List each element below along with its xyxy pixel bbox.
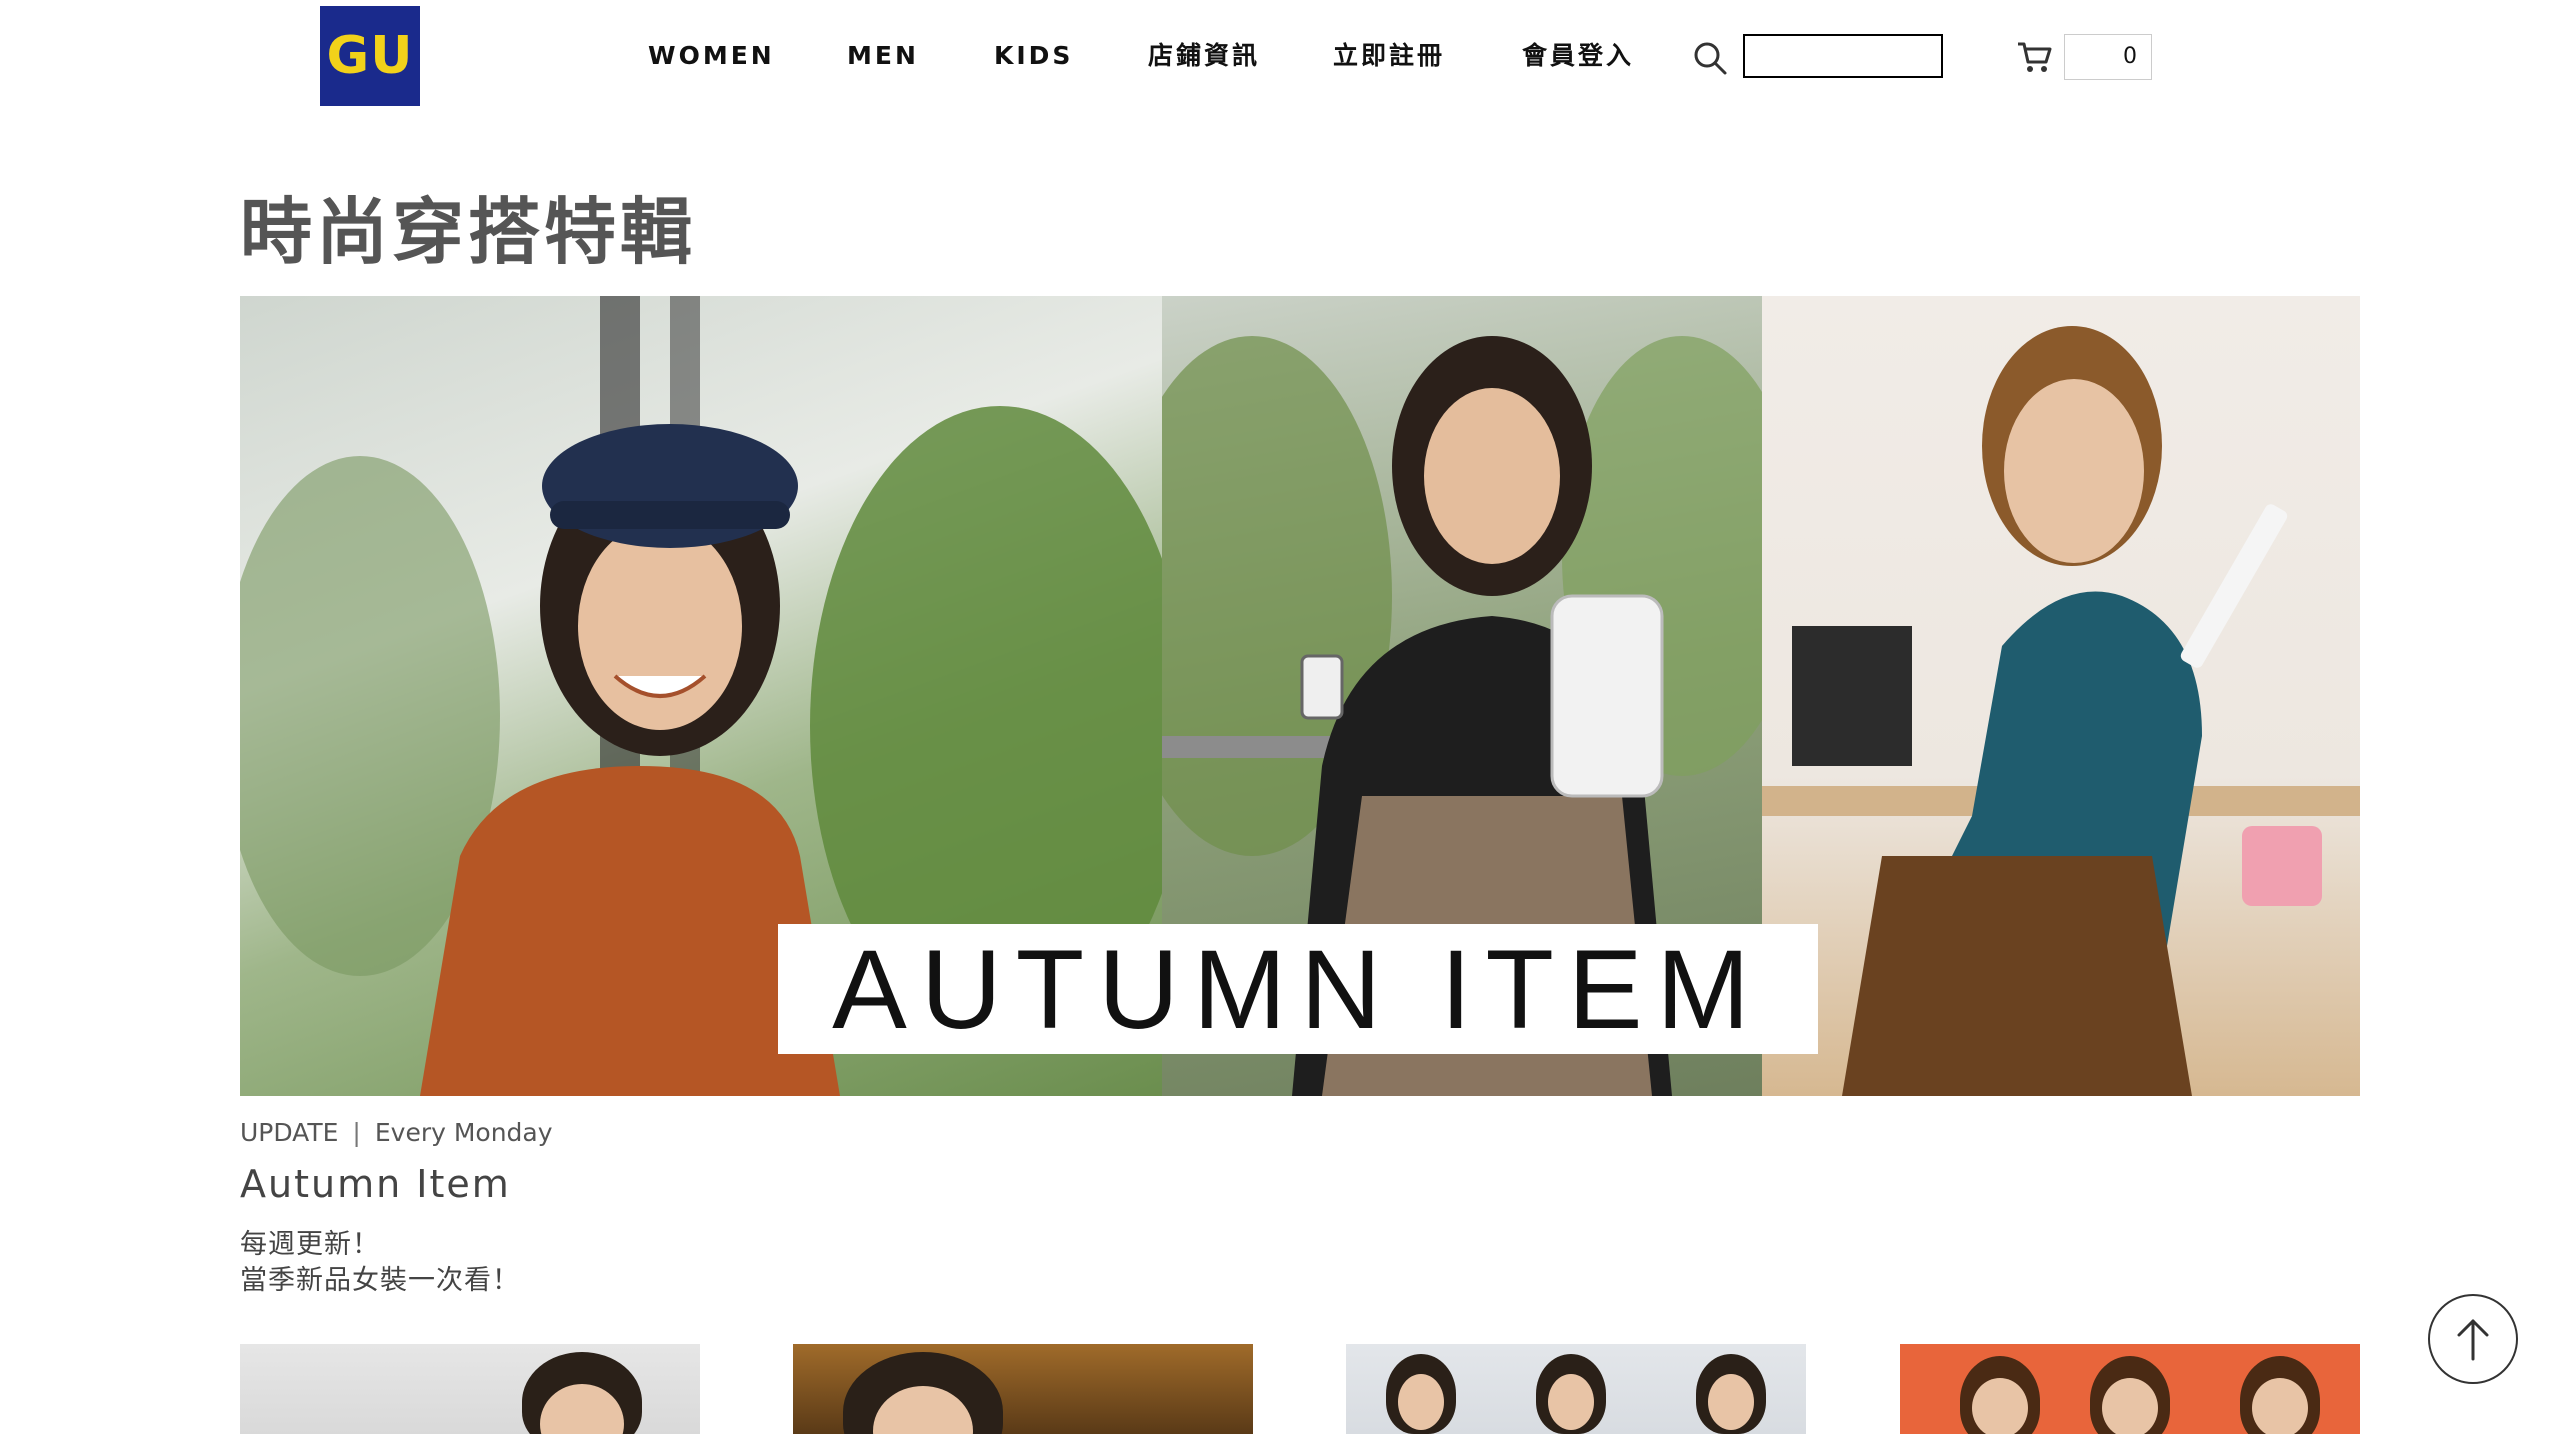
- nav-women[interactable]: WOMEN: [648, 38, 775, 74]
- article-thumbnail-4[interactable]: [1900, 1344, 2360, 1434]
- nav-men[interactable]: MEN: [847, 38, 919, 74]
- feature-update-info: UPDATE | Every Monday: [240, 1118, 553, 1147]
- update-schedule: Every Monday: [374, 1118, 553, 1147]
- feature-title-link[interactable]: Autumn Item: [240, 1162, 511, 1206]
- cart-count[interactable]: 0: [2064, 34, 2152, 80]
- hero-banner[interactable]: AUTUMN ITEM: [240, 296, 2360, 1096]
- hero-banner-text: AUTUMN ITEM: [778, 924, 1818, 1054]
- site-header: GU WOMEN MEN KIDS 店鋪資訊 立即註冊 會員登入 0: [0, 0, 2560, 115]
- nav-kids[interactable]: KIDS: [994, 38, 1073, 74]
- update-label: UPDATE: [240, 1118, 339, 1147]
- nav-register[interactable]: 立即註冊: [1333, 38, 1445, 74]
- article-thumbnail-3[interactable]: [1346, 1344, 1806, 1434]
- logo-text: GU: [326, 26, 414, 86]
- back-to-top-button[interactable]: [2428, 1294, 2518, 1384]
- search-icon[interactable]: [1692, 40, 1728, 76]
- meta-divider: |: [352, 1118, 361, 1147]
- nav-store-info[interactable]: 店鋪資訊: [1148, 38, 1260, 74]
- cart-icon[interactable]: [2016, 38, 2054, 76]
- nav-member-login[interactable]: 會員登入: [1522, 38, 1634, 74]
- article-thumbnail-2[interactable]: [793, 1344, 1253, 1434]
- feature-description-line-2: 當季新品女裝一次看！: [240, 1265, 520, 1296]
- arrow-up-icon: [2457, 1319, 2489, 1361]
- gu-logo[interactable]: GU: [320, 6, 420, 106]
- feature-description-line-1: 每週更新！: [240, 1229, 380, 1260]
- search-input[interactable]: [1743, 34, 1943, 78]
- hero-photo-3: [1762, 296, 2360, 1096]
- article-thumbnail-1[interactable]: [240, 1344, 700, 1434]
- page-title: 時尚穿搭特輯: [240, 190, 697, 274]
